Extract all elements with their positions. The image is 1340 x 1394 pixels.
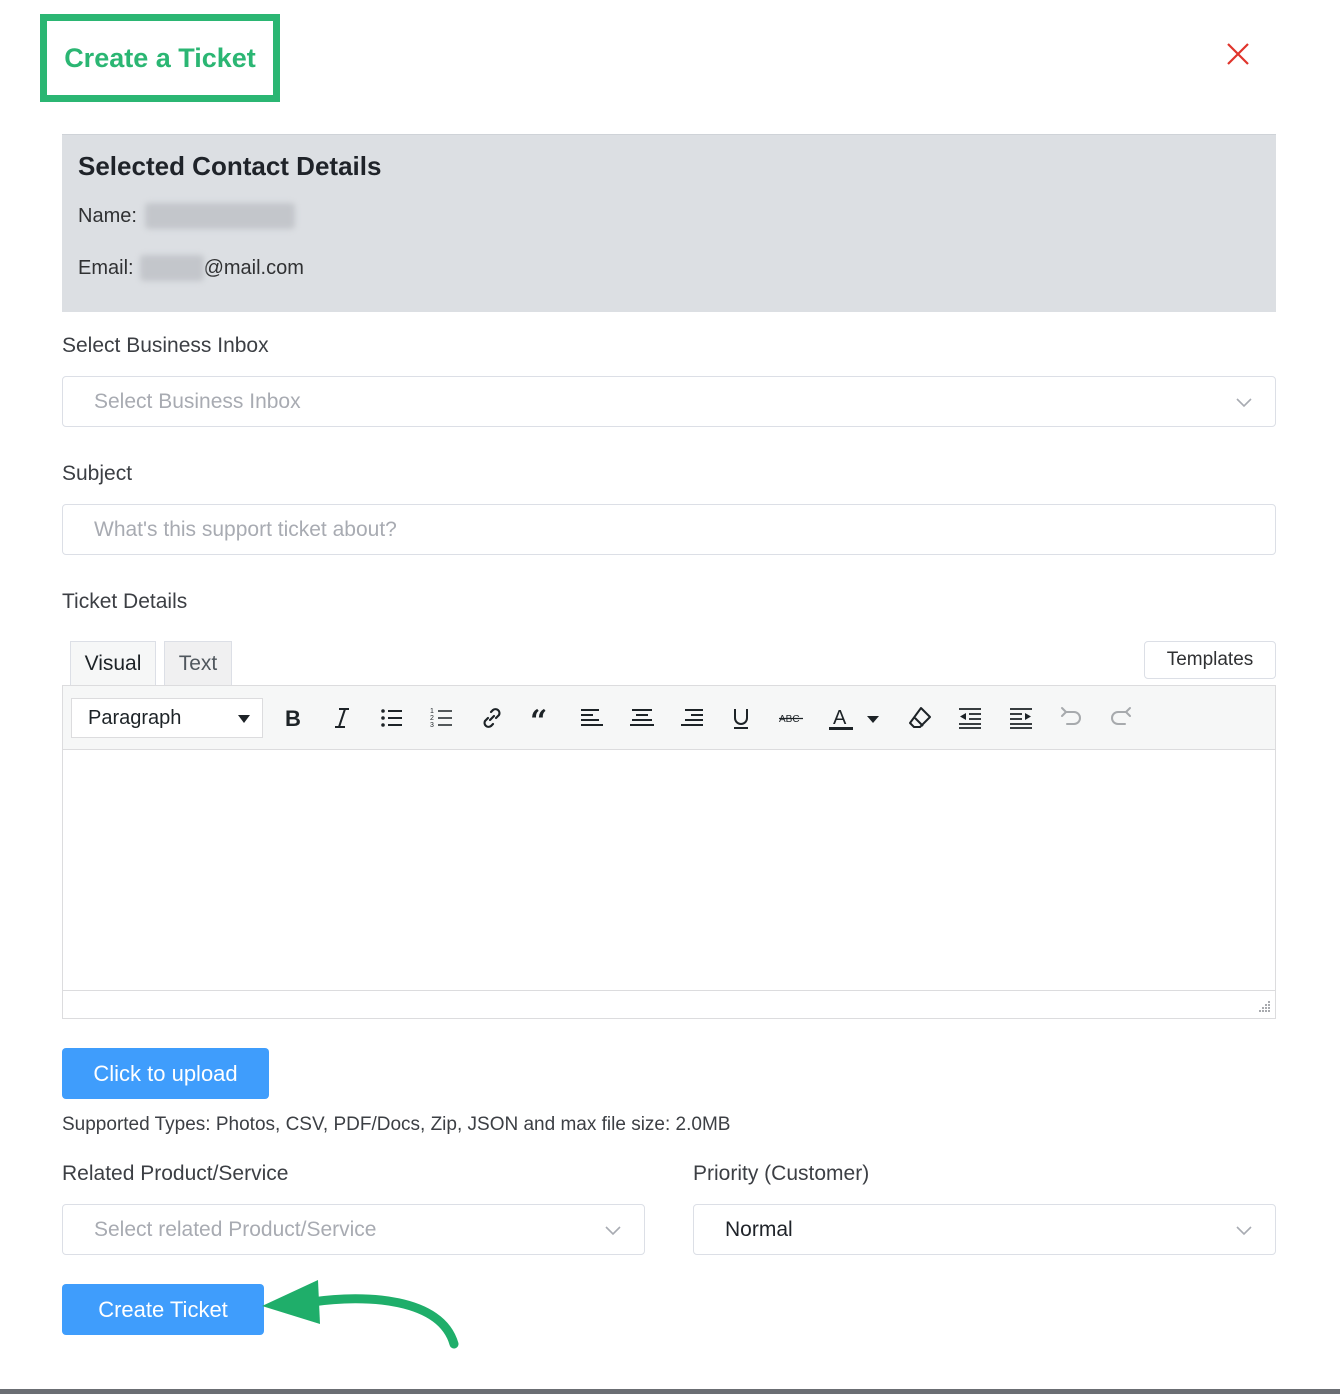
align-left-icon[interactable]: [576, 702, 608, 734]
svg-text:A: A: [833, 707, 847, 729]
create-ticket-button[interactable]: Create Ticket: [62, 1284, 264, 1335]
business-inbox-select[interactable]: Select Business Inbox: [62, 376, 1276, 427]
text-color-dropdown-icon[interactable]: [863, 702, 883, 734]
svg-text:2: 2: [430, 715, 434, 722]
align-right-icon[interactable]: [676, 702, 708, 734]
contact-email-domain: @mail.com: [203, 256, 304, 279]
contact-details-panel: Selected Contact Details Name: Email: @m…: [62, 134, 1276, 312]
product-placeholder: Select related Product/Service: [94, 1217, 377, 1241]
clear-formatting-icon[interactable]: [904, 702, 936, 734]
caret-down-icon: [238, 715, 250, 723]
paragraph-format-select[interactable]: Paragraph: [71, 698, 263, 738]
contact-email-redacted: [139, 255, 204, 281]
contact-name-label: Name:: [78, 204, 137, 227]
annotation-arrow-icon: [262, 1280, 459, 1349]
editor-statusbar: [63, 990, 1275, 1018]
tab-text[interactable]: Text: [164, 641, 232, 685]
bottom-divider: [0, 1389, 1340, 1394]
chevron-down-icon: [1236, 398, 1252, 408]
svg-text:B: B: [285, 706, 301, 731]
italic-icon[interactable]: [326, 702, 358, 734]
product-select[interactable]: Select related Product/Service: [62, 1204, 645, 1255]
chevron-down-icon: [1236, 1226, 1252, 1236]
page-title-box: Create a Ticket: [40, 14, 280, 102]
priority-select[interactable]: Normal: [693, 1204, 1276, 1255]
strikethrough-icon[interactable]: ABC: [775, 702, 807, 734]
blockquote-icon[interactable]: “: [526, 702, 558, 734]
paragraph-format-value: Paragraph: [88, 706, 182, 729]
bullet-list-icon[interactable]: [376, 702, 408, 734]
close-icon[interactable]: [1224, 40, 1252, 68]
bold-icon[interactable]: B: [277, 702, 309, 734]
tab-visual[interactable]: Visual: [70, 641, 156, 685]
inbox-label: Select Business Inbox: [62, 334, 269, 357]
contact-name-row: Name:: [78, 203, 295, 229]
svg-text:ABC: ABC: [779, 714, 800, 725]
align-center-icon[interactable]: [626, 702, 658, 734]
outdent-icon[interactable]: [954, 702, 986, 734]
priority-label: Priority (Customer): [693, 1162, 870, 1185]
subject-label: Subject: [62, 462, 133, 485]
contact-name-redacted: [144, 203, 295, 229]
ticket-details-label: Ticket Details: [62, 590, 188, 613]
subject-placeholder: What's this support ticket about?: [94, 517, 397, 541]
redo-icon[interactable]: [1105, 702, 1137, 734]
priority-value: Normal: [725, 1217, 793, 1241]
contact-email-label: Email:: [78, 256, 134, 279]
undo-icon[interactable]: [1055, 702, 1087, 734]
contact-details-title: Selected Contact Details: [78, 151, 382, 181]
numbered-list-icon[interactable]: 123: [426, 702, 458, 734]
editor-toolbar: Paragraph B 123 “ ABC A: [63, 686, 1275, 750]
svg-text:3: 3: [430, 722, 434, 729]
link-icon[interactable]: [476, 702, 508, 734]
upload-button[interactable]: Click to upload: [62, 1048, 269, 1099]
rich-text-editor[interactable]: Paragraph B 123 “ ABC A: [62, 685, 1276, 1019]
business-inbox-placeholder: Select Business Inbox: [94, 389, 301, 413]
upload-hint: Supported Types: Photos, CSV, PDF/Docs, …: [62, 1114, 731, 1135]
resize-handle-icon[interactable]: [1257, 1000, 1271, 1014]
templates-button[interactable]: Templates: [1144, 641, 1276, 679]
svg-text:“: “: [530, 705, 547, 731]
svg-text:1: 1: [430, 708, 434, 715]
subject-input[interactable]: What's this support ticket about?: [62, 504, 1276, 555]
indent-icon[interactable]: [1005, 702, 1037, 734]
chevron-down-icon: [605, 1226, 621, 1236]
underline-icon[interactable]: [725, 702, 757, 734]
text-color-icon[interactable]: A: [825, 702, 857, 734]
contact-email-row: Email: @mail.com: [78, 255, 304, 281]
page-title: Create a Ticket: [64, 42, 256, 73]
product-label: Related Product/Service: [62, 1162, 289, 1185]
